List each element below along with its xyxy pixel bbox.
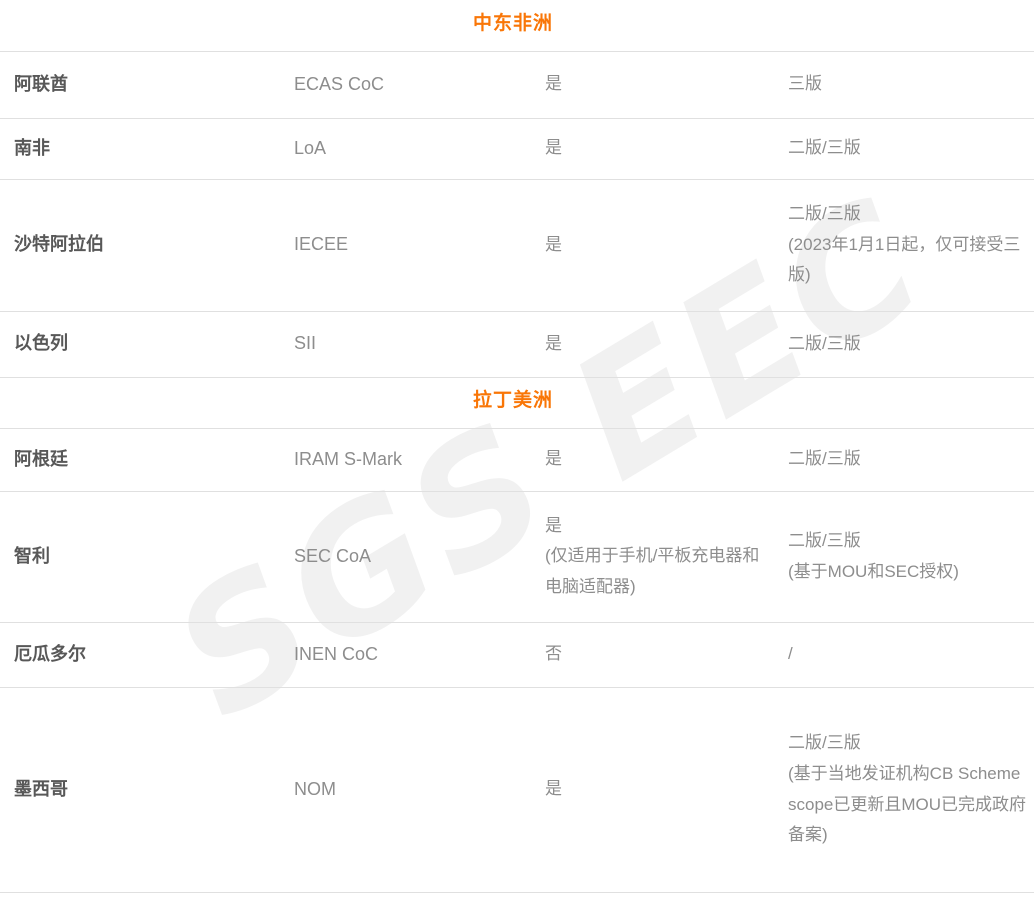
scheme-name: ECAS CoC bbox=[270, 51, 521, 119]
edition-info: 二版/三版 bbox=[772, 311, 1034, 378]
table-row: 阿根廷 IRAM S-Mark 是 二版/三版 bbox=[0, 428, 1034, 492]
acceptance-note: (仅适用于手机/平板充电器和电脑适配器) bbox=[545, 546, 760, 596]
acceptance-status: 是 bbox=[521, 51, 772, 119]
edition-info: 三版 bbox=[772, 51, 1034, 119]
edition-line: 三版 bbox=[788, 74, 822, 94]
page-root: SGS EEC 中东非洲 阿联酋 ECAS CoC 是 三版 南非 LoA 是 … bbox=[0, 0, 1034, 911]
edition-line: 二版/三版 bbox=[788, 733, 861, 753]
country-name: 沙特阿拉伯 bbox=[0, 179, 270, 312]
country-name: 阿联酋 bbox=[0, 51, 270, 119]
edition-info: 二版/三版 (2023年1月1日起，仅可接受三版) bbox=[772, 179, 1034, 312]
scheme-name: NOM bbox=[270, 687, 521, 893]
edition-note: (2023年1月1日起，仅可接受三版) bbox=[788, 234, 1021, 285]
edition-info: 二版/三版 (基于MOU和SEC授权) bbox=[772, 491, 1034, 623]
edition-line: 二版/三版 bbox=[788, 333, 861, 353]
acceptance-line: 是 bbox=[545, 138, 562, 158]
acceptance-status: 是 bbox=[521, 311, 772, 378]
edition-info: / bbox=[772, 622, 1034, 688]
scheme-name: SEC CoA bbox=[270, 491, 521, 623]
edition-line: 二版/三版 bbox=[788, 204, 861, 224]
acceptance-line: 是 bbox=[545, 515, 562, 535]
edition-note: (基于当地发证机构CB Scheme scope已更新且MOU已完成政府备案) bbox=[788, 763, 1027, 845]
scheme-name: INEN CoC bbox=[270, 622, 521, 688]
edition-info: 二版/三版 bbox=[772, 118, 1034, 180]
scheme-name: IECEE bbox=[270, 179, 521, 312]
country-name: 厄瓜多尔 bbox=[0, 622, 270, 688]
country-name: 南非 bbox=[0, 118, 270, 180]
acceptance-status: 是 bbox=[521, 118, 772, 180]
table-row: 智利 SEC CoA 是 (仅适用于手机/平板充电器和电脑适配器) 二版/三版 … bbox=[0, 491, 1034, 623]
edition-note: (基于MOU和SEC授权) bbox=[788, 561, 959, 581]
acceptance-line: 是 bbox=[545, 333, 562, 353]
country-name: 智利 bbox=[0, 491, 270, 623]
acceptance-status: 是 (仅适用于手机/平板充电器和电脑适配器) bbox=[521, 491, 772, 623]
table-row: 以色列 SII 是 二版/三版 bbox=[0, 311, 1034, 378]
acceptance-status: 否 bbox=[521, 622, 772, 688]
section-title: 中东非洲 bbox=[473, 12, 554, 34]
country-name: 阿根廷 bbox=[0, 428, 270, 492]
section-title: 拉丁美洲 bbox=[473, 390, 554, 412]
section-header-row: 中东非洲 bbox=[0, 0, 1034, 52]
table-row: 沙特阿拉伯 IECEE 是 二版/三版 (2023年1月1日起，仅可接受三版) bbox=[0, 179, 1034, 312]
country-name: 以色列 bbox=[0, 311, 270, 378]
acceptance-status: 是 bbox=[521, 428, 772, 492]
country-name: 墨西哥 bbox=[0, 687, 270, 893]
acceptance-status: 是 bbox=[521, 179, 772, 312]
edition-line: 二版/三版 bbox=[788, 449, 861, 469]
acceptance-line: 是 bbox=[545, 234, 562, 254]
edition-line: 二版/三版 bbox=[788, 530, 861, 550]
acceptance-line: 是 bbox=[545, 449, 562, 469]
edition-line: / bbox=[788, 644, 793, 664]
section-header-cell: 中东非洲 bbox=[0, 0, 1034, 52]
acceptance-line: 是 bbox=[545, 779, 562, 799]
table-row: 厄瓜多尔 INEN CoC 否 / bbox=[0, 622, 1034, 688]
table-row: 南非 LoA 是 二版/三版 bbox=[0, 118, 1034, 180]
section-header-cell: 拉丁美洲 bbox=[0, 377, 1034, 429]
scheme-name: IRAM S-Mark bbox=[270, 428, 521, 492]
scheme-name: LoA bbox=[270, 118, 521, 180]
acceptance-line: 是 bbox=[545, 74, 562, 94]
table-row: 墨西哥 NOM 是 二版/三版 (基于当地发证机构CB Scheme scope… bbox=[0, 687, 1034, 893]
edition-info: 二版/三版 (基于当地发证机构CB Scheme scope已更新且MOU已完成… bbox=[772, 687, 1034, 893]
acceptance-status: 是 bbox=[521, 687, 772, 893]
scheme-name: SII bbox=[270, 311, 521, 378]
certification-requirements-table: 中东非洲 阿联酋 ECAS CoC 是 三版 南非 LoA 是 二版/三版 沙特… bbox=[0, 0, 1034, 893]
table-row: 阿联酋 ECAS CoC 是 三版 bbox=[0, 51, 1034, 119]
acceptance-line: 否 bbox=[545, 644, 562, 664]
table-body: 中东非洲 阿联酋 ECAS CoC 是 三版 南非 LoA 是 二版/三版 沙特… bbox=[0, 0, 1034, 893]
edition-line: 二版/三版 bbox=[788, 138, 861, 158]
edition-info: 二版/三版 bbox=[772, 428, 1034, 492]
section-header-row: 拉丁美洲 bbox=[0, 377, 1034, 429]
